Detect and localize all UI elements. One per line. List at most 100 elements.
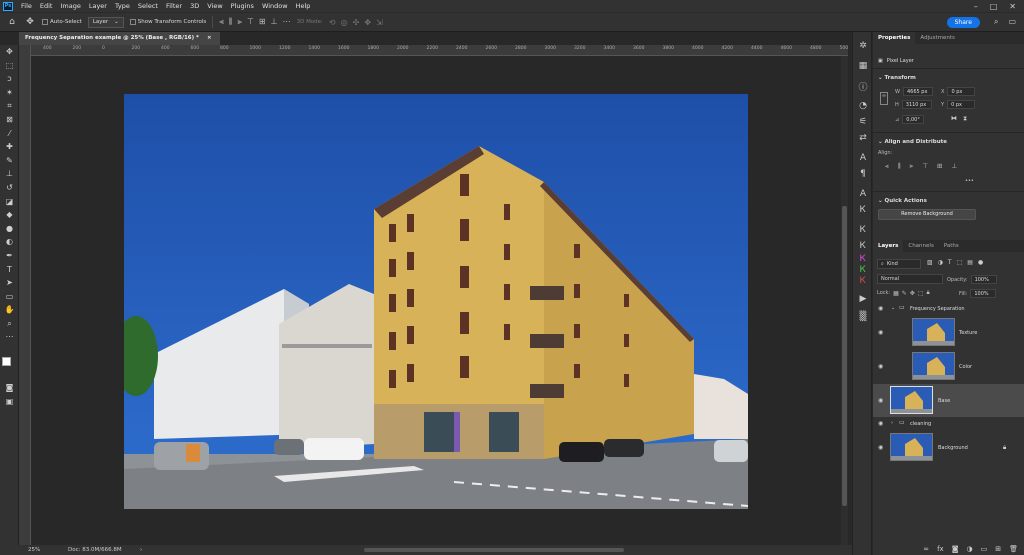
layer-row-background[interactable]: ◉ Background 🔒︎: [873, 431, 1024, 464]
plugin-tk-icon[interactable]: Ꮶ: [853, 222, 873, 238]
layer-filter-kind[interactable]: ⌕ Kind: [877, 259, 921, 269]
tab-paths[interactable]: Paths: [939, 240, 964, 252]
align-hcenter-icon[interactable]: ⫼: [229, 17, 233, 27]
menu-3d[interactable]: 3D: [186, 0, 203, 12]
history-brush-tool-icon[interactable]: ↺: [0, 181, 19, 195]
lock-transparent-icon[interactable]: ▦: [893, 290, 899, 297]
move-tool-icon[interactable]: ✥: [0, 45, 19, 59]
minimize-icon[interactable]: –: [974, 2, 978, 11]
align-top-icon[interactable]: ⊤: [922, 162, 928, 171]
document-tab[interactable]: Frequency Separation example @ 25% (Base…: [19, 32, 220, 45]
more-tools-icon[interactable]: ⋯: [0, 330, 19, 344]
tab-properties[interactable]: Properties: [873, 32, 916, 44]
menu-image[interactable]: Image: [56, 0, 84, 12]
remove-background-button[interactable]: Remove Background: [878, 209, 976, 220]
play-icon[interactable]: ▶: [853, 291, 873, 307]
vertical-scrollbar[interactable]: [841, 56, 848, 545]
filter-type-icon[interactable]: T: [948, 259, 952, 266]
quick-actions-header[interactable]: ⌄ Quick Actions: [873, 194, 932, 208]
menu-filter[interactable]: Filter: [162, 0, 186, 12]
lock-artboard-icon[interactable]: ⬚: [918, 290, 924, 297]
tab-channels[interactable]: Channels: [903, 240, 938, 252]
link-dimensions-icon[interactable]: ∞: [880, 92, 888, 105]
align-top-icon[interactable]: ⊤: [247, 17, 254, 27]
align-right-icon[interactable]: ⫸: [237, 17, 242, 27]
menu-view[interactable]: View: [203, 0, 226, 12]
link-layers-icon[interactable]: ∞: [923, 545, 929, 553]
magic-wand-tool-icon[interactable]: ✶: [0, 86, 19, 100]
menu-type[interactable]: Type: [111, 0, 134, 12]
align-vcenter-icon[interactable]: ⊞: [937, 162, 942, 171]
layer-row-color[interactable]: ◉ Color: [873, 350, 1024, 383]
align-vcenter-icon[interactable]: ⊞: [259, 17, 266, 27]
visibility-eye-icon[interactable]: ◉: [878, 363, 883, 370]
close-window-icon[interactable]: ✕: [1009, 2, 1016, 11]
menu-help[interactable]: Help: [292, 0, 315, 12]
layer-row-base-selected[interactable]: ◉ Base: [873, 384, 1024, 417]
close-tab-icon[interactable]: ×: [207, 32, 212, 45]
add-mask-icon[interactable]: ◙: [952, 545, 959, 553]
plugin-tk-icon-3[interactable]: Ꮶ: [853, 254, 873, 265]
menu-layer[interactable]: Layer: [85, 0, 111, 12]
lock-image-icon[interactable]: ✎: [902, 290, 907, 297]
libraries-icon[interactable]: ✲: [853, 38, 873, 54]
adjustments-icon[interactable]: ⚟: [853, 114, 873, 130]
flip-vertical-icon[interactable]: ⧗: [963, 115, 967, 123]
y-field[interactable]: 0 px: [947, 100, 976, 109]
paragraph-icon[interactable]: ¶: [853, 166, 873, 182]
scroll-thumb[interactable]: [842, 206, 847, 506]
opacity-field[interactable]: 100%: [970, 275, 997, 284]
visibility-eye-icon[interactable]: ◉: [878, 444, 883, 451]
actions-icon[interactable]: ⇄: [853, 130, 873, 146]
crop-tool-icon[interactable]: ⌗: [0, 99, 19, 113]
plugin-tk-icon-2[interactable]: Ꮶ: [853, 238, 873, 254]
lasso-tool-icon[interactable]: ↄ: [0, 72, 19, 86]
3d-roll-icon[interactable]: ◎: [341, 18, 348, 27]
auto-select-checkbox[interactable]: Auto-Select: [42, 19, 82, 25]
clone-stamp-tool-icon[interactable]: ⊥: [0, 167, 19, 181]
transform-section-header[interactable]: ⌄ Transform: [873, 71, 921, 85]
tab-layers[interactable]: Layers: [873, 240, 904, 252]
move-tool-icon[interactable]: ✥: [24, 17, 36, 27]
layer-group-cleaning[interactable]: ◉ › ▭ cleaning: [873, 418, 1024, 430]
angle-field[interactable]: 0,00°: [902, 115, 925, 124]
visibility-eye-icon[interactable]: ◉: [878, 329, 883, 336]
filter-toggle-icon[interactable]: ●: [978, 259, 983, 266]
menu-edit[interactable]: Edit: [36, 0, 57, 12]
layer-row-texture[interactable]: ◉ Texture: [873, 316, 1024, 349]
chevron-right-icon[interactable]: ›: [891, 420, 893, 426]
auto-select-target-dropdown[interactable]: Layer ⌄: [87, 16, 124, 28]
visibility-eye-icon[interactable]: ◉: [878, 305, 883, 312]
menu-window[interactable]: Window: [258, 0, 292, 12]
align-bottom-icon[interactable]: ⊥: [271, 17, 278, 27]
healing-brush-tool-icon[interactable]: ✚: [0, 140, 19, 154]
status-menu-arrow[interactable]: ›: [140, 547, 142, 553]
filter-shape-icon[interactable]: ⬚: [957, 259, 963, 266]
chevron-down-icon[interactable]: ⌄: [891, 305, 895, 311]
workspace-icon[interactable]: ▭: [1008, 17, 1016, 27]
zoom-tool-icon[interactable]: ⌕: [0, 317, 19, 331]
align-hcenter-icon[interactable]: ⫼: [898, 162, 901, 171]
dodge-tool-icon[interactable]: ◐: [0, 235, 19, 249]
quick-mask-icon[interactable]: ◙: [0, 381, 19, 395]
eraser-tool-icon[interactable]: ◪: [0, 195, 19, 209]
swatches-icon[interactable]: ▒: [853, 309, 873, 325]
character-styles-icon[interactable]: Ꮶ: [853, 202, 873, 218]
search-icon[interactable]: ⌕: [994, 17, 998, 27]
align-section-header[interactable]: ⌄ Align and Distribute: [873, 135, 952, 149]
plugin-tk-icon-4[interactable]: Ꮶ: [853, 265, 873, 276]
filter-adjustment-icon[interactable]: ◑: [938, 259, 943, 266]
3d-pan-icon[interactable]: ✣: [353, 18, 360, 27]
paint-bucket-tool-icon[interactable]: ◆: [0, 208, 19, 222]
visibility-eye-icon[interactable]: ◉: [878, 420, 883, 427]
align-right-icon[interactable]: ⫸: [910, 162, 914, 171]
height-field[interactable]: 3110 px: [901, 100, 932, 109]
hand-tool-icon[interactable]: ✋: [0, 303, 19, 317]
more-options-icon[interactable]: ⋯: [283, 17, 291, 27]
adjustment-layer-icon[interactable]: ◑: [967, 545, 973, 553]
filter-smart-icon[interactable]: ▤: [967, 259, 973, 266]
marquee-tool-icon[interactable]: ⬚: [0, 59, 19, 73]
3d-rotate-icon[interactable]: ⟲: [329, 18, 336, 27]
layer-group-frequency-separation[interactable]: ◉ ⌄ ▭ Frequency Separation: [873, 303, 1024, 315]
width-field[interactable]: 4665 px: [902, 87, 933, 96]
